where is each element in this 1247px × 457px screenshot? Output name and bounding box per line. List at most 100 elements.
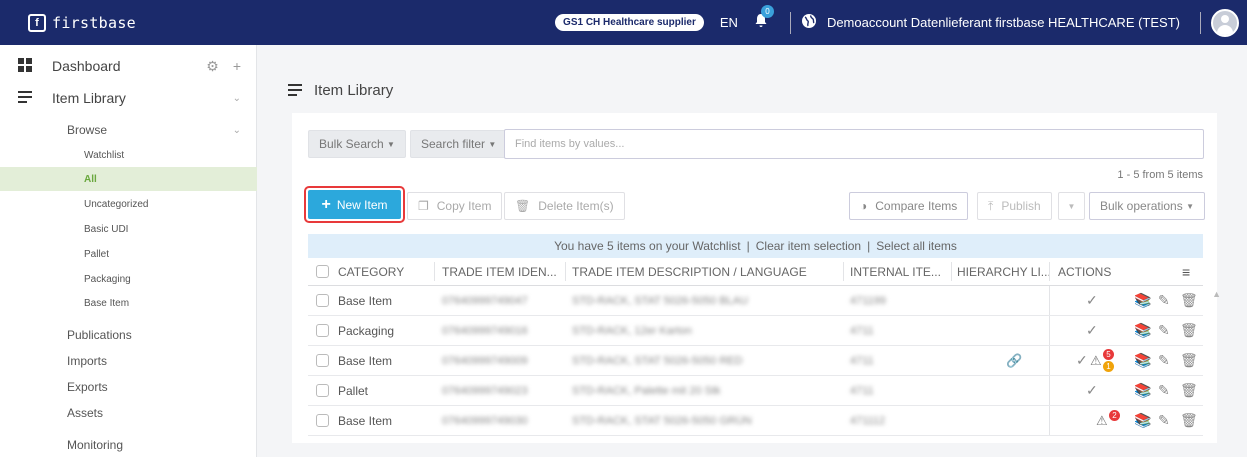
sidebar-item-browse[interactable]: Browse ⌄ bbox=[0, 119, 257, 141]
row-category: Pallet bbox=[338, 383, 369, 398]
row-internal-id: 4711 bbox=[850, 354, 874, 367]
caret-down-icon: ▼ bbox=[387, 139, 395, 149]
row-category: Base Item bbox=[338, 413, 393, 428]
bulk-search-dropdown[interactable]: Bulk Search ▼ bbox=[308, 130, 406, 158]
library-icon[interactable]: 📚 bbox=[1134, 346, 1151, 375]
sidebar-item-label: Base Item bbox=[84, 297, 130, 309]
search-filter-dropdown[interactable]: Search filter ▼ bbox=[410, 130, 508, 158]
column-header-actions: ACTIONS bbox=[1058, 264, 1112, 279]
sidebar-item-all[interactable]: All bbox=[0, 167, 257, 191]
page-title-text: Item Library bbox=[314, 82, 394, 99]
sidebar-item-basic-udi[interactable]: Basic UDI bbox=[0, 218, 257, 240]
sidebar-item-base-item[interactable]: Base Item bbox=[0, 292, 257, 314]
sidebar-item-monitoring[interactable]: Monitoring bbox=[0, 434, 257, 456]
library-icon[interactable]: 📚 bbox=[1134, 316, 1151, 345]
sidebar-item-imports[interactable]: Imports bbox=[0, 350, 257, 372]
sidebar-item-uncategorized[interactable]: Uncategorized bbox=[0, 193, 257, 215]
add-icon[interactable]: + bbox=[233, 58, 241, 75]
user-avatar[interactable] bbox=[1211, 8, 1239, 37]
list-icon bbox=[288, 83, 302, 99]
edit-pencil-icon[interactable]: ✎ bbox=[1158, 286, 1170, 315]
edit-pencil-icon[interactable]: ✎ bbox=[1158, 406, 1170, 435]
delete-items-button[interactable]: 🗑 Delete Item(s) bbox=[504, 192, 625, 220]
trash-icon[interactable]: 🗑 bbox=[1180, 376, 1198, 405]
check-icon: ✓ bbox=[1076, 352, 1088, 368]
language-selector[interactable]: EN bbox=[720, 15, 738, 30]
warning-triangle-icon[interactable]: ⚠ bbox=[1096, 406, 1108, 435]
page-title: Item Library bbox=[288, 82, 393, 99]
column-menu-icon[interactable]: ≡ bbox=[1182, 258, 1190, 285]
sidebar-item-packaging[interactable]: Packaging bbox=[0, 268, 257, 290]
trash-icon[interactable]: 🗑 bbox=[1180, 316, 1198, 345]
globe-icon[interactable] bbox=[801, 13, 817, 33]
row-gtin: 07640999749016 bbox=[442, 324, 528, 337]
copy-item-button[interactable]: ❐ Copy Item bbox=[407, 192, 503, 220]
sidebar-item-pallet[interactable]: Pallet bbox=[0, 243, 257, 265]
table-row[interactable]: Base Item 07640999749030 STD-RACK, STAT … bbox=[308, 406, 1203, 436]
caret-down-icon: ▼ bbox=[1186, 201, 1194, 211]
library-icon[interactable]: 📚 bbox=[1134, 406, 1151, 435]
sidebar-item-item-library[interactable]: Item Library ⌄ bbox=[0, 82, 257, 114]
publish-dropdown-toggle[interactable]: ▼ bbox=[1058, 192, 1085, 220]
notification-bell[interactable]: 0 bbox=[754, 5, 774, 32]
column-header-category[interactable]: CATEGORY bbox=[338, 258, 404, 285]
row-gtin: 07640999749030 bbox=[442, 414, 528, 427]
table-row[interactable]: Packaging 07640999749016 STD-RACK, 12er … bbox=[308, 316, 1203, 346]
row-checkbox[interactable] bbox=[316, 354, 329, 367]
sidebar-item-label: Uncategorized bbox=[84, 198, 149, 210]
new-item-button[interactable]: + New Item bbox=[308, 190, 401, 219]
search-filter-label: Search filter bbox=[421, 137, 486, 151]
sidebar-item-dashboard[interactable]: Dashboard ⚙ + bbox=[0, 50, 257, 82]
delete-items-label: Delete Item(s) bbox=[538, 199, 614, 213]
publish-label: Publish bbox=[1001, 199, 1041, 213]
account-name[interactable]: Demoaccount Datenlieferant firstbase HEA… bbox=[827, 15, 1180, 30]
trash-icon[interactable]: 🗑 bbox=[1180, 286, 1198, 315]
hierarchy-link-icon[interactable]: 🔗 bbox=[1006, 346, 1022, 375]
trash-icon[interactable]: 🗑 bbox=[1180, 346, 1198, 375]
table-row[interactable]: Base Item 07640999749009 STD-RACK, STAT … bbox=[308, 346, 1203, 376]
bulk-operations-dropdown[interactable]: Bulk operations ▼ bbox=[1089, 192, 1205, 220]
new-item-highlight: + New Item bbox=[304, 186, 405, 223]
search-input[interactable] bbox=[504, 129, 1204, 159]
column-header-hierarchy[interactable]: HIERARCHY LI... bbox=[957, 258, 1049, 285]
column-header-description[interactable]: TRADE ITEM DESCRIPTION / LANGUAGE bbox=[572, 258, 842, 285]
trash-icon[interactable]: 🗑 bbox=[1180, 406, 1198, 435]
error-count-badge: 2 bbox=[1109, 410, 1120, 421]
warning-triangle-icon[interactable]: ⚠ bbox=[1090, 346, 1102, 375]
caret-down-icon: ▼ bbox=[488, 139, 497, 149]
edit-pencil-icon[interactable]: ✎ bbox=[1158, 376, 1170, 405]
clear-selection-link[interactable]: Clear item selection bbox=[756, 239, 861, 253]
library-icon[interactable]: 📚 bbox=[1134, 376, 1151, 405]
row-gtin: 07640999749047 bbox=[442, 294, 528, 307]
gear-icon[interactable]: ⚙ bbox=[206, 58, 219, 75]
row-checkbox[interactable] bbox=[316, 414, 329, 427]
sidebar-item-assets[interactable]: Assets bbox=[0, 402, 257, 424]
row-description: STD-RACK, STAT 5026-5050 GRÜN bbox=[572, 414, 752, 427]
plus-icon: + bbox=[321, 195, 331, 213]
scrollbar-up-arrow[interactable]: ▲ bbox=[1212, 289, 1221, 299]
item-library-panel: Bulk Search ▼ Search filter ▼ 1 - 5 from… bbox=[292, 113, 1221, 443]
row-description: STD-RACK, STAT 5026-5050 RED bbox=[572, 354, 743, 367]
edit-pencil-icon[interactable]: ✎ bbox=[1158, 346, 1170, 375]
table-row[interactable]: Base Item 07640999749047 STD-RACK, STAT … bbox=[308, 286, 1221, 316]
row-checkbox[interactable] bbox=[316, 324, 329, 337]
sidebar-item-watchlist[interactable]: Watchlist bbox=[0, 144, 257, 166]
edit-pencil-icon[interactable]: ✎ bbox=[1158, 316, 1170, 345]
publish-button[interactable]: ⤒ Publish bbox=[977, 192, 1052, 220]
column-header-internal[interactable]: INTERNAL ITE... bbox=[850, 258, 950, 285]
row-checkbox[interactable] bbox=[316, 384, 329, 397]
column-header-gtin[interactable]: TRADE ITEM IDEN... bbox=[442, 258, 562, 285]
table-row[interactable]: Pallet 07640999749023 STD-RACK, Palette … bbox=[308, 376, 1203, 406]
select-all-link[interactable]: Select all items bbox=[876, 239, 957, 253]
row-internal-id: 471112 bbox=[850, 414, 886, 427]
row-internal-id: 471199 bbox=[850, 294, 886, 307]
compare-items-button[interactable]: ◑ Compare Items bbox=[849, 192, 969, 220]
chevron-down-icon: ⌄ bbox=[232, 92, 241, 104]
sidebar-item-exports[interactable]: Exports bbox=[0, 376, 257, 398]
sidebar-item-publications[interactable]: Publications bbox=[0, 324, 257, 346]
select-all-checkbox[interactable] bbox=[316, 265, 329, 278]
firstbase-logo[interactable]: f firstbase bbox=[28, 13, 136, 32]
library-icon[interactable]: 📚 bbox=[1134, 286, 1151, 315]
row-checkbox[interactable] bbox=[316, 294, 329, 307]
supplier-badge[interactable]: GS1 CH Healthcare supplier bbox=[555, 14, 704, 31]
